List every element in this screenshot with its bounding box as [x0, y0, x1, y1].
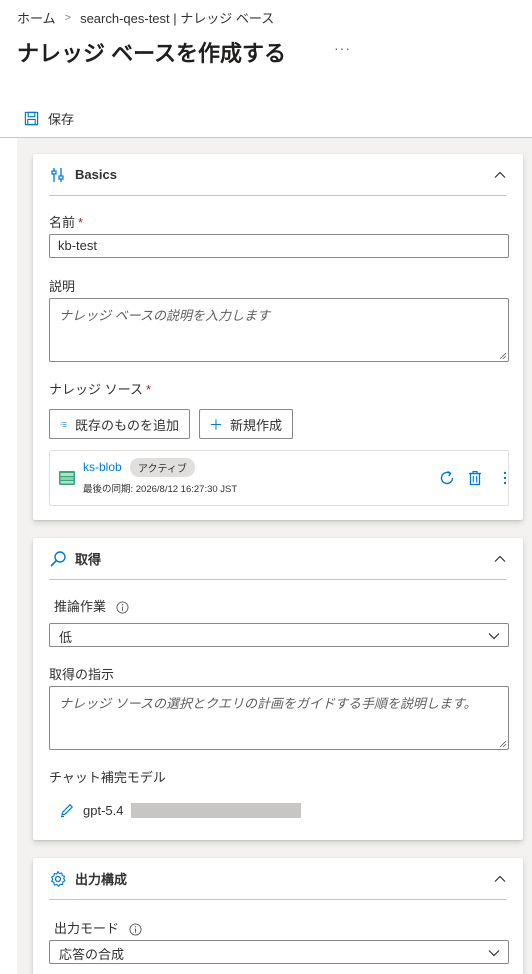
output-mode-label: 出力モード: [54, 918, 142, 937]
search-icon: [49, 550, 67, 568]
breadcrumb: ホーム > search-qes-test | ナレッジ ベース: [17, 8, 274, 27]
gear-icon: [49, 870, 67, 888]
reasoning-select[interactable]: 低: [49, 623, 509, 647]
more-options-button[interactable]: ···: [334, 40, 351, 56]
basics-card: Basics 名前 * kb-test 説明 ナレッジ ベースの説明を入力します …: [33, 154, 523, 520]
instructions-label: 取得の指示: [49, 667, 115, 682]
info-icon[interactable]: [116, 601, 129, 614]
save-icon: [24, 111, 39, 126]
output-card: 出力構成 出力モード 応答の合成: [33, 858, 523, 974]
new-source-button[interactable]: 新規作成: [199, 409, 293, 439]
chevron-up-icon[interactable]: [493, 552, 507, 566]
retrieval-card: 取得 推論作業 低 取得の指示 ナレッジ ソースの選択とクエリの計画をガイドする…: [33, 538, 523, 840]
blob-storage-icon: [59, 471, 75, 485]
status-badge: アクティブ: [130, 458, 195, 477]
instructions-placeholder: ナレッジ ソースの選択とクエリの計画をガイドする手順を説明します。: [59, 696, 477, 711]
knowledge-source-item: ks-blob アクティブ 最後の同期: 2026/8/12 16:27:30 …: [49, 450, 509, 506]
name-field[interactable]: kb-test: [49, 234, 509, 258]
more-vertical-icon[interactable]: [496, 469, 514, 487]
settings-sliders-icon: [49, 166, 67, 184]
save-label: 保存: [48, 112, 75, 127]
last-sync-text: 最後の同期: 2026/8/12 16:27:30 JST: [83, 484, 238, 495]
command-bar: 保存: [0, 100, 532, 138]
description-textarea[interactable]: ナレッジ ベースの説明を入力します: [49, 298, 509, 362]
basics-header[interactable]: Basics: [49, 154, 507, 196]
breadcrumb-home[interactable]: ホーム: [17, 8, 56, 27]
reasoning-label-text: 推論作業: [54, 599, 107, 614]
name-label-text: 名前: [49, 215, 76, 230]
new-source-label: 新規作成: [229, 417, 282, 433]
sources-label: ナレッジ ソース *: [49, 379, 151, 398]
breadcrumb-current[interactable]: search-qes-test | ナレッジ ベース: [80, 8, 274, 27]
output-mode-select[interactable]: 応答の合成: [49, 940, 509, 964]
form-canvas: Basics 名前 * kb-test 説明 ナレッジ ベースの説明を入力します …: [17, 138, 532, 974]
chevron-up-icon[interactable]: [493, 872, 507, 886]
breadcrumb-separator: >: [64, 11, 72, 24]
page-title: ナレッジ ベースを作成する: [17, 41, 287, 66]
info-icon[interactable]: [129, 923, 142, 936]
refresh-icon[interactable]: [438, 469, 456, 487]
source-name-link[interactable]: ks-blob: [83, 460, 122, 474]
output-header[interactable]: 出力構成: [49, 858, 507, 900]
retrieval-header[interactable]: 取得: [49, 538, 507, 580]
required-mark: *: [78, 215, 84, 230]
add-existing-label: 既存のものを追加: [74, 417, 179, 433]
required-mark: *: [145, 382, 152, 397]
resize-grip-icon[interactable]: [500, 741, 506, 747]
delete-icon[interactable]: [466, 469, 484, 487]
save-button[interactable]: 保存: [24, 109, 74, 128]
description-placeholder: ナレッジ ベースの説明を入力します: [59, 308, 270, 323]
name-label: 名前 *: [49, 212, 83, 231]
output-mode-label-text: 出力モード: [54, 921, 120, 936]
model-value: gpt-5.4: [83, 802, 124, 818]
output-mode-value: 応答の合成: [59, 947, 125, 962]
output-title: 出力構成: [75, 872, 128, 887]
redacted-block: [131, 802, 302, 818]
add-existing-button[interactable]: 既存のものを追加: [49, 409, 190, 439]
basics-title: Basics: [75, 167, 117, 182]
plus-icon: [210, 418, 222, 430]
description-label: 説明: [49, 279, 76, 294]
reasoning-value: 低: [59, 630, 73, 645]
chevron-down-icon: [488, 633, 500, 640]
model-label: チャット補完モデル: [49, 770, 166, 785]
sources-label-text: ナレッジ ソース: [49, 382, 143, 397]
pencil-icon[interactable]: [59, 802, 75, 818]
instructions-textarea[interactable]: ナレッジ ソースの選択とクエリの計画をガイドする手順を説明します。: [49, 686, 509, 750]
reasoning-label: 推論作業: [54, 596, 129, 615]
chevron-up-icon[interactable]: [493, 168, 507, 182]
model-row: gpt-5.4: [59, 802, 302, 818]
resize-grip-icon[interactable]: [500, 353, 506, 359]
list-icon: [60, 421, 67, 427]
retrieval-title: 取得: [75, 552, 102, 567]
chevron-down-icon: [488, 950, 500, 957]
